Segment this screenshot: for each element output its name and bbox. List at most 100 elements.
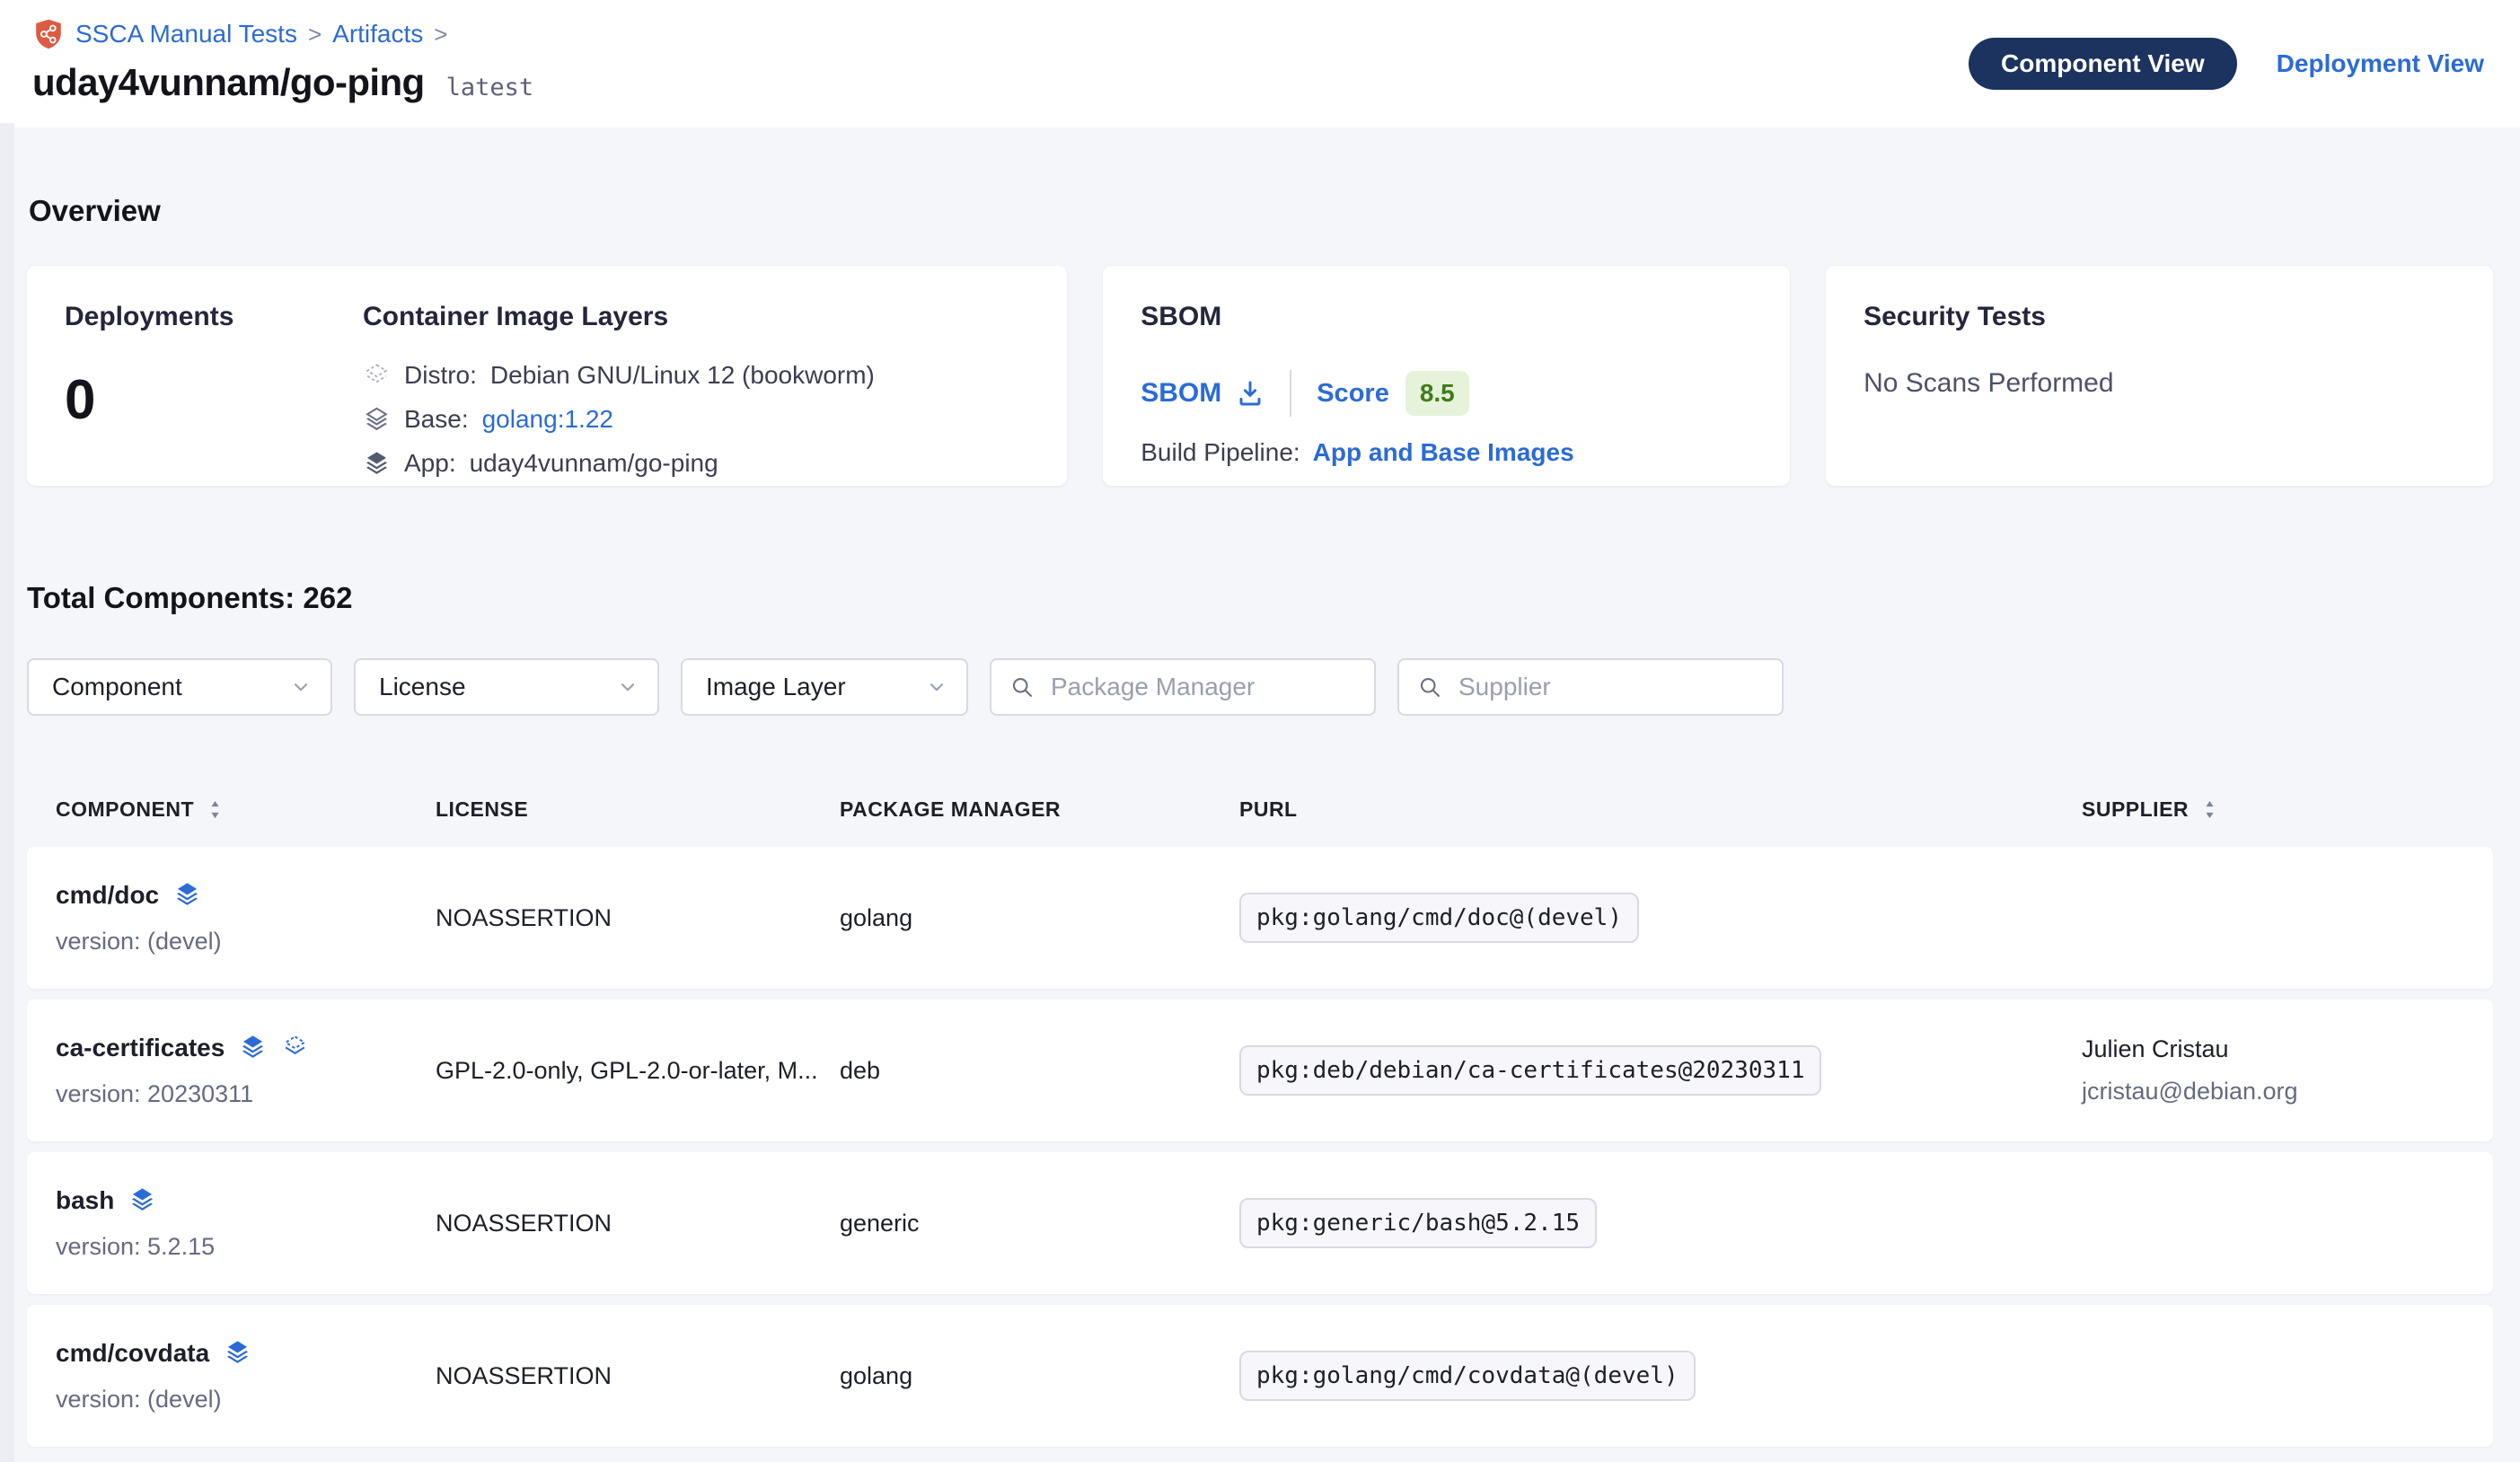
- layer-app-label: App:: [404, 449, 456, 478]
- search-icon: [1417, 674, 1442, 700]
- sbom-download-link[interactable]: SBOM: [1141, 378, 1264, 409]
- artifact-tag: latest: [446, 74, 534, 101]
- purl-chip: pkg:golang/cmd/covdata@(devel): [1239, 1351, 1696, 1401]
- component-version: version: 20230311: [56, 1080, 436, 1108]
- chevron-down-icon: [616, 675, 639, 699]
- top-bar-left: SSCA Manual Tests > Artifacts > uday4vun…: [32, 18, 533, 104]
- image-layers-title: Container Image Layers: [363, 302, 875, 332]
- sort-icon: [2198, 797, 2222, 822]
- supplier-cell: Julien Cristau jcristau@debian.org: [2082, 1035, 2493, 1105]
- purl-cell: pkg:deb/debian/ca-certificates@20230311: [1239, 1045, 2082, 1096]
- package-manager-search-input[interactable]: [1049, 672, 1356, 702]
- page-title: uday4vunnam/go-ping: [32, 61, 425, 104]
- component-filter-label: Component: [52, 673, 182, 701]
- image-layer-filter-dropdown[interactable]: Image Layer: [681, 658, 968, 716]
- component-cell: ca-certificates version: 20230311: [27, 1034, 436, 1108]
- supplier-name: Julien Cristau: [2082, 1035, 2493, 1063]
- component-name: ca-certificates: [56, 1034, 225, 1062]
- purl-chip: pkg:generic/bash@5.2.15: [1239, 1198, 1597, 1248]
- component-filter-dropdown[interactable]: Component: [27, 658, 332, 716]
- layer-base-icon: [363, 406, 391, 434]
- sort-icon: [203, 797, 227, 822]
- license-cell: GPL-2.0-only, GPL-2.0-or-later, M...: [436, 1057, 840, 1085]
- build-pipeline-link[interactable]: App and Base Images: [1313, 438, 1574, 467]
- sbom-download-label: SBOM: [1141, 378, 1221, 409]
- layer-app-icon: [363, 450, 391, 478]
- layer-distro-label: Distro:: [404, 361, 477, 390]
- breadcrumb: SSCA Manual Tests > Artifacts >: [32, 18, 533, 50]
- breadcrumb-artifacts-link[interactable]: Artifacts: [332, 20, 423, 48]
- purl-chip: pkg:golang/cmd/doc@(devel): [1239, 893, 1639, 943]
- breadcrumb-separator: >: [308, 21, 322, 48]
- chevron-down-icon: [289, 675, 313, 699]
- purl-cell: pkg:generic/bash@5.2.15: [1239, 1198, 2082, 1248]
- filters-row: Component License Image Layer: [27, 658, 2493, 716]
- column-header-license-label: LICENSE: [436, 797, 528, 822]
- component-version: version: (devel): [56, 1386, 436, 1414]
- component-name: cmd/covdata: [56, 1339, 209, 1368]
- table-row[interactable]: ca-certificates version: 20230311 GPL-2.…: [27, 1000, 2493, 1141]
- base-image-link[interactable]: golang:1.22: [482, 405, 613, 434]
- table-row[interactable]: bash version: 5.2.15 NOASSERTION generic…: [27, 1152, 2493, 1294]
- column-header-package-manager-label: PACKAGE MANAGER: [840, 797, 1061, 822]
- sbom-card: SBOM SBOM Score 8.5 Build Pipeline: App …: [1103, 266, 1790, 486]
- column-header-supplier-label: SUPPLIER: [2082, 797, 2189, 822]
- column-header-purl: PURL: [1239, 797, 2082, 822]
- license-cell: NOASSERTION: [436, 904, 840, 932]
- deployments-block: Deployments 0: [65, 302, 363, 450]
- layer-row-base: Base: golang:1.22: [363, 405, 875, 434]
- component-cell: cmd/doc version: (devel): [27, 881, 436, 956]
- score-badge: 8.5: [1405, 371, 1469, 416]
- left-gutter: [0, 123, 14, 1462]
- build-pipeline-row: Build Pipeline: App and Base Images: [1141, 438, 1752, 467]
- app-layer-icon: [173, 881, 201, 909]
- component-version: version: 5.2.15: [56, 1233, 436, 1261]
- title-row: uday4vunnam/go-ping latest: [32, 61, 533, 104]
- column-header-supplier[interactable]: SUPPLIER: [2082, 797, 2493, 822]
- image-layers-list: Distro: Debian GNU/Linux 12 (bookworm) B…: [363, 361, 875, 478]
- purl-chip: pkg:deb/debian/ca-certificates@20230311: [1239, 1045, 1821, 1096]
- column-header-component-label: COMPONENT: [56, 797, 194, 822]
- package-manager-search: [990, 658, 1376, 716]
- layer-distro-value: Debian GNU/Linux 12 (bookworm): [490, 361, 875, 390]
- column-header-license: LICENSE: [436, 797, 840, 822]
- view-toggle: Component View Deployment View: [1969, 38, 2484, 90]
- sbom-title: SBOM: [1141, 302, 1752, 332]
- supplier-search-input[interactable]: [1457, 672, 1764, 702]
- license-cell: NOASSERTION: [436, 1210, 840, 1237]
- component-version: version: (devel): [56, 928, 436, 956]
- sbom-score-link[interactable]: Score 8.5: [1317, 371, 1469, 416]
- license-cell: NOASSERTION: [436, 1362, 840, 1390]
- supplier-cell: [2082, 1369, 2493, 1383]
- main-content: Overview Deployments 0 Container Image L…: [0, 194, 2520, 1447]
- component-name: cmd/doc: [56, 881, 159, 910]
- table-row[interactable]: cmd/doc version: (devel) NOASSERTION gol…: [27, 847, 2493, 989]
- overview-heading: Overview: [29, 194, 2493, 228]
- vertical-divider: [1290, 370, 1291, 417]
- download-icon: [1236, 379, 1264, 408]
- app-layer-icon: [128, 1186, 156, 1214]
- column-header-package-manager: PACKAGE MANAGER: [840, 797, 1239, 822]
- app-layer-icon: [239, 1034, 267, 1061]
- table-row[interactable]: cmd/covdata version: (devel) NOASSERTION…: [27, 1305, 2493, 1447]
- deployments-layers-card: Deployments 0 Container Image Layers Dis…: [27, 266, 1067, 486]
- breadcrumb-project-link[interactable]: SSCA Manual Tests: [75, 20, 297, 48]
- purl-cell: pkg:golang/cmd/covdata@(devel): [1239, 1351, 2082, 1401]
- supplier-cell: [2082, 1216, 2493, 1230]
- supplier-cell: [2082, 911, 2493, 925]
- deployment-view-button[interactable]: Deployment View: [2277, 49, 2484, 78]
- components-table-header: COMPONENT LICENSE PACKAGE MANAGER PURL S…: [27, 771, 2493, 847]
- security-tests-status: No Scans Performed: [1864, 368, 2455, 399]
- breadcrumb-separator: >: [434, 21, 447, 48]
- license-filter-dropdown[interactable]: License: [354, 658, 659, 716]
- build-pipeline-label: Build Pipeline:: [1141, 438, 1300, 467]
- supplier-email: jcristau@debian.org: [2082, 1078, 2493, 1105]
- column-header-component[interactable]: COMPONENT: [27, 797, 436, 822]
- component-view-button[interactable]: Component View: [1969, 38, 2237, 90]
- chevron-down-icon: [925, 675, 948, 699]
- sbom-row: SBOM Score 8.5: [1141, 370, 1752, 417]
- package-manager-cell: generic: [840, 1210, 1239, 1237]
- app-layer-icon: [224, 1339, 251, 1367]
- base-layer-icon: [281, 1034, 309, 1061]
- supplier-search: [1397, 658, 1784, 716]
